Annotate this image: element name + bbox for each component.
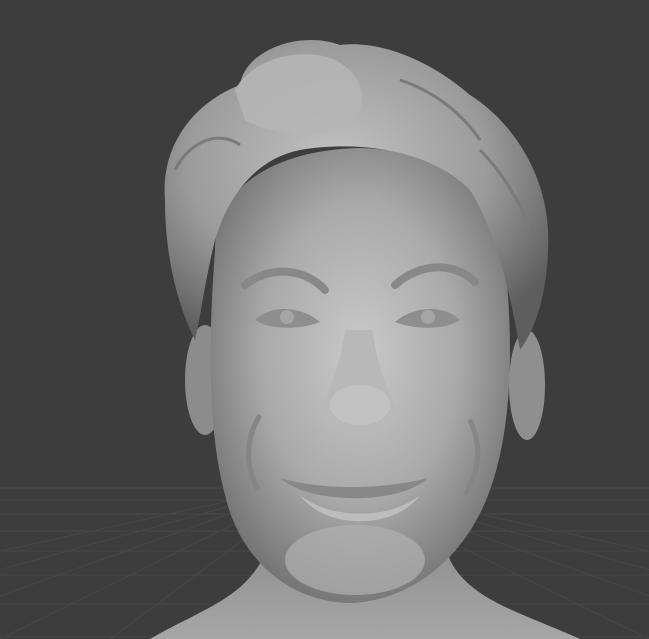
3d-viewport[interactable] bbox=[0, 0, 649, 639]
viewport-canvas[interactable] bbox=[0, 0, 649, 639]
sculpted-head-model[interactable] bbox=[150, 39, 580, 639]
